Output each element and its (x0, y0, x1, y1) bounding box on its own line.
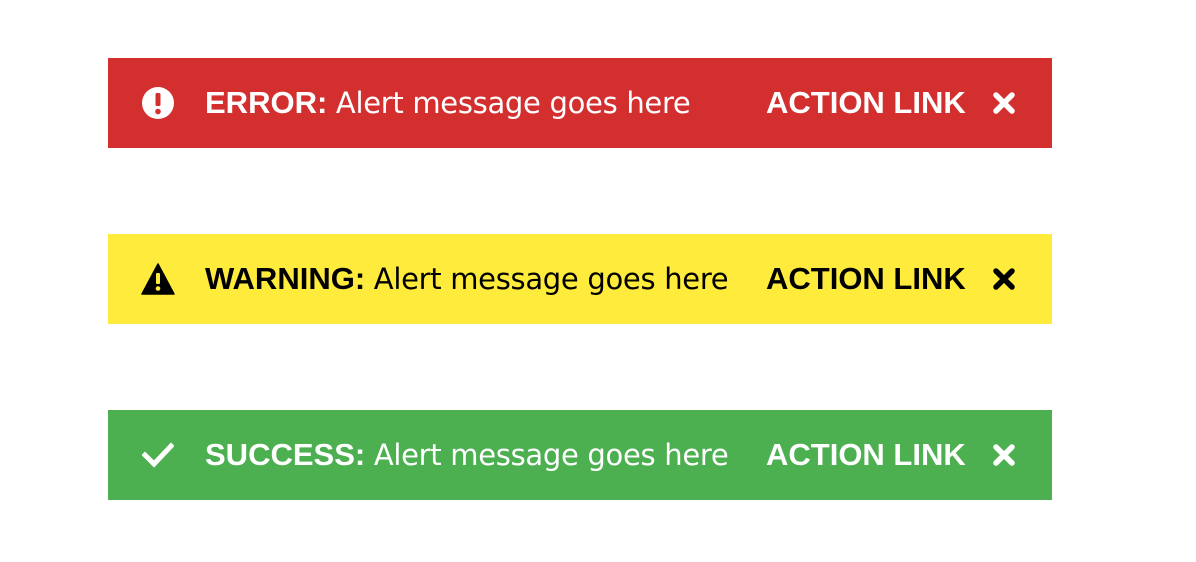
action-link[interactable]: ACTION LINK (766, 410, 966, 500)
success-alert: SUCCESS: Alert message goes here ACTION … (108, 410, 1052, 500)
action-link[interactable]: ACTION LINK (766, 234, 966, 324)
close-icon[interactable] (992, 91, 1016, 115)
alert-label: ERROR: (205, 85, 328, 120)
action-link[interactable]: ACTION LINK (766, 58, 966, 148)
close-icon[interactable] (992, 267, 1016, 291)
warning-alert: WARNING: Alert message goes here ACTION … (108, 234, 1052, 324)
error-circle-icon (140, 85, 176, 121)
alert-text: Alert message goes here (335, 86, 691, 120)
alert-message: SUCCESS: Alert message goes here (205, 410, 729, 500)
alert-text: Alert message goes here (373, 438, 729, 472)
alert-label: WARNING: (205, 261, 366, 296)
warning-triangle-icon (140, 261, 176, 297)
alert-text: Alert message goes here (373, 262, 729, 296)
check-icon (140, 437, 176, 473)
alert-label: SUCCESS: (205, 437, 366, 472)
close-icon[interactable] (992, 443, 1016, 467)
error-alert: ERROR: Alert message goes here ACTION LI… (108, 58, 1052, 148)
alert-message: ERROR: Alert message goes here (205, 58, 691, 148)
alert-message: WARNING: Alert message goes here (205, 234, 729, 324)
